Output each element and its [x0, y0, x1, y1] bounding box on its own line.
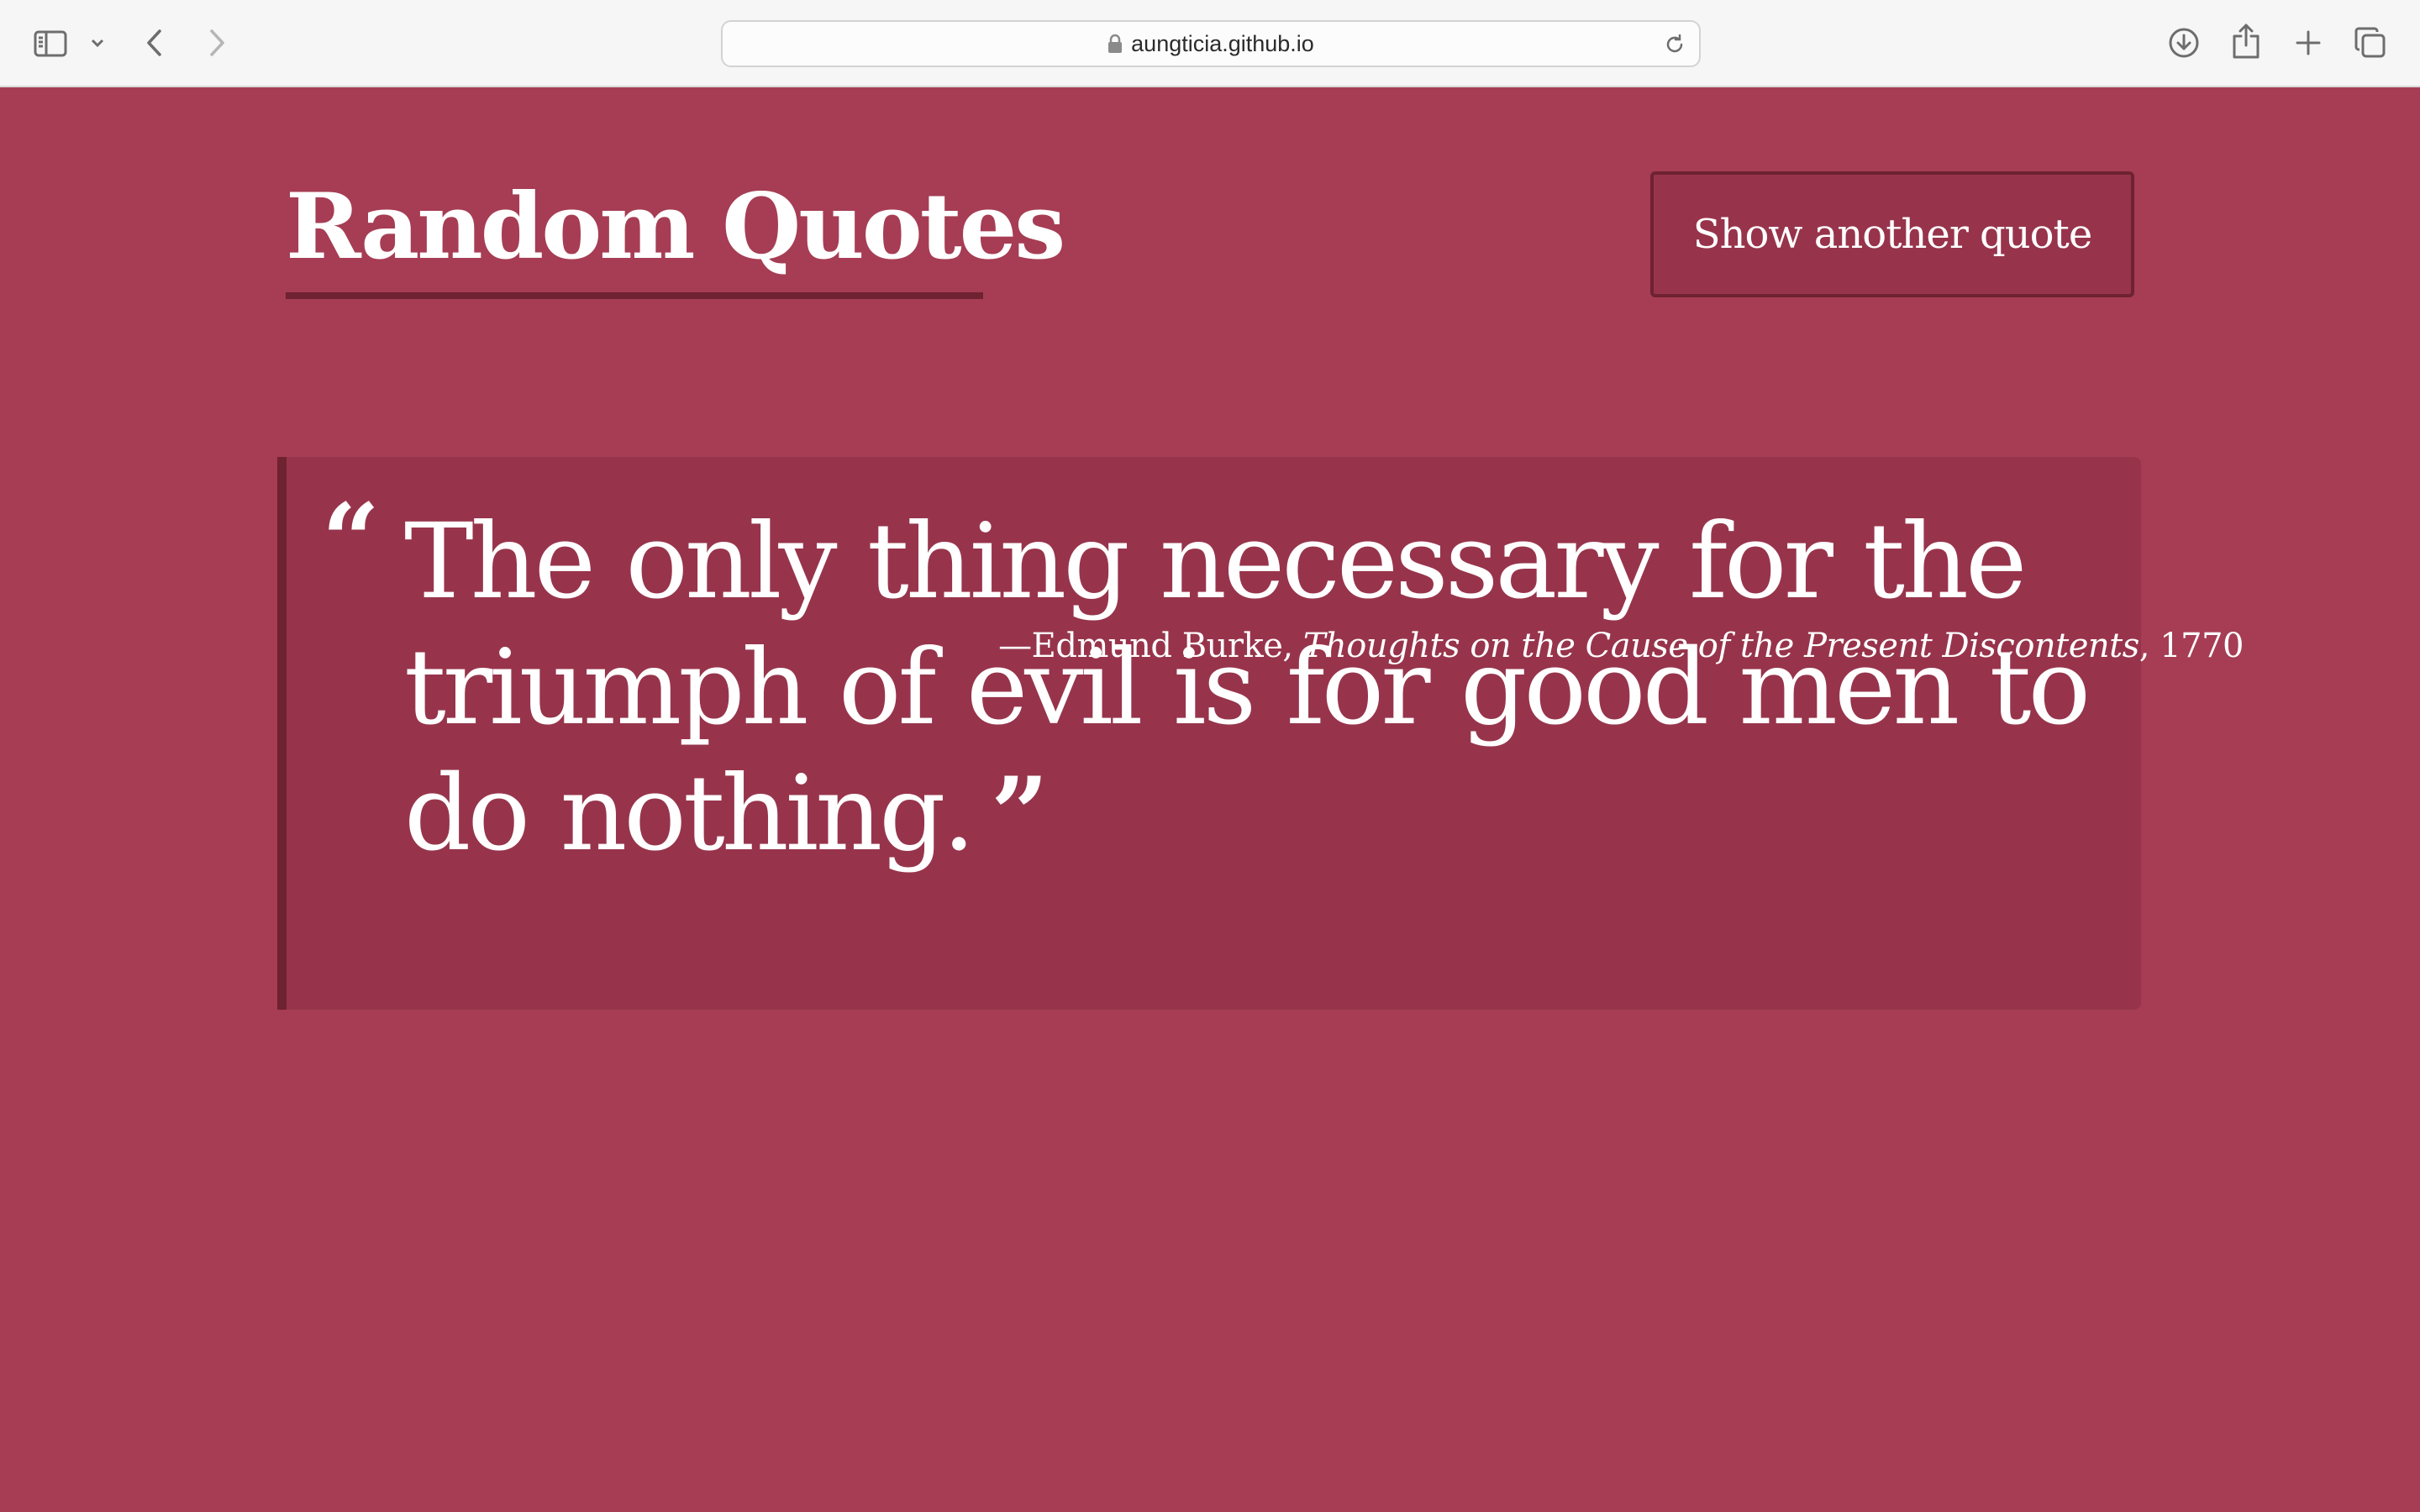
close-quote-mark: ” — [990, 755, 1049, 874]
quote-year: , 1770 — [2139, 627, 2244, 665]
sidebar-icon[interactable] — [30, 25, 71, 62]
open-quote-mark: “ — [322, 481, 381, 600]
tab-overview-icon[interactable] — [2351, 24, 2390, 62]
download-icon[interactable] — [2165, 24, 2203, 62]
address-bar[interactable]: aungticia.github.io — [721, 20, 1701, 67]
url-text[interactable]: aungticia.github.io — [1131, 31, 1314, 57]
quote-source-work: Thoughts on the Cause of the Present Dis… — [1302, 627, 2139, 665]
quote-body: The only thing necessary for the triumph… — [404, 501, 2091, 874]
reload-icon[interactable] — [1662, 32, 1687, 57]
lock-icon — [1107, 34, 1123, 54]
chevron-down-icon[interactable] — [86, 30, 109, 55]
plus-icon[interactable] — [2289, 24, 2328, 62]
forward-arrow-icon[interactable] — [202, 24, 232, 62]
browser-toolbar: aungticia.github.io — [0, 0, 2420, 87]
quote-author: —Edmund Burke, — [998, 627, 1303, 665]
back-arrow-icon[interactable] — [139, 24, 170, 62]
page-title[interactable]: Random Quotes — [286, 181, 1065, 272]
quote-card: “ The only thing necessary for the trium… — [277, 457, 2141, 1010]
show-another-quote-button[interactable]: Show another quote — [1650, 171, 2134, 297]
quote-text: The only thing necessary for the triumph… — [404, 499, 2102, 878]
title-underline — [286, 292, 983, 299]
share-icon[interactable] — [2227, 20, 2265, 62]
page-body: Random Quotes Show another quote “ The o… — [0, 89, 2420, 1512]
quote-attribution: —Edmund Burke, Thoughts on the Cause of … — [998, 627, 2244, 665]
